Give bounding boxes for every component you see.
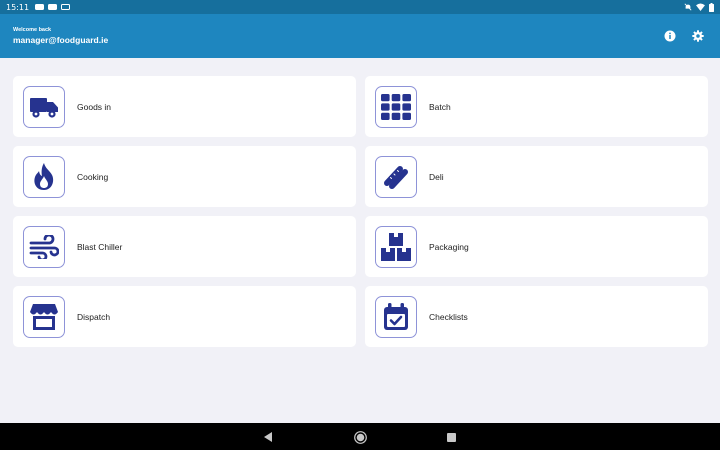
settings-button[interactable] (690, 28, 706, 44)
gmail-icon (61, 4, 71, 10)
menu-tile-label: Blast Chiller (77, 241, 123, 252)
menu-tile-label: Batch (429, 101, 451, 112)
youtube-icon (48, 4, 58, 10)
status-bar: 15:11 (0, 0, 720, 14)
nav-recent-button[interactable] (444, 430, 458, 444)
battery-icon (709, 2, 714, 12)
truck-icon (30, 97, 58, 118)
flame-icon (34, 162, 54, 190)
menu-tile-label: Packaging (429, 241, 469, 252)
user-email: manager@foodguard.ie (13, 35, 109, 45)
mute-icon (684, 3, 692, 11)
wind-icon (29, 234, 59, 259)
wifi-icon (696, 3, 705, 11)
system-nav-bar (0, 423, 720, 450)
grid-icon (381, 93, 411, 120)
menu-tile-cooking[interactable]: Cooking (13, 146, 356, 207)
menu-tile-icon-box (375, 225, 417, 268)
menu-tile-label: Cooking (77, 171, 109, 182)
menu-tile-icon-box (23, 225, 65, 268)
status-time: 15:11 (6, 2, 30, 12)
app-header: Welcome back manager@foodguard.ie (0, 14, 720, 58)
menu-tile-dispatch[interactable]: Dispatch (13, 286, 356, 347)
store-icon (30, 303, 58, 330)
menu-tile-icon-box (375, 85, 417, 128)
info-button[interactable] (662, 28, 678, 44)
menu-grid: Goods in Batch Cooking Deli Blast Chille… (13, 76, 708, 347)
menu-tile-label: Deli (429, 171, 444, 182)
home-icon (353, 430, 367, 444)
menu-tile-icon-box (23, 295, 65, 338)
calendar-check-icon (384, 302, 408, 330)
menu-tile-label: Goods in (77, 101, 112, 112)
menu-tile-label: Checklists (429, 311, 468, 322)
menu-tile-icon-box (375, 295, 417, 338)
recent-apps-icon (446, 432, 456, 442)
menu-tile-batch[interactable]: Batch (365, 76, 708, 137)
system-status-icons (684, 2, 714, 12)
menu-tile-icon-box (375, 155, 417, 198)
welcome-text: Welcome back (13, 27, 52, 33)
menu-tile-goods-in[interactable]: Goods in (13, 76, 356, 137)
menu-tile-checklists[interactable]: Checklists (365, 286, 708, 347)
nav-home-button[interactable] (353, 430, 367, 444)
back-icon (263, 432, 272, 442)
menu-tile-label: Dispatch (77, 311, 111, 322)
menu-tile-packaging[interactable]: Packaging (365, 216, 708, 277)
nav-back-button[interactable] (261, 430, 275, 444)
menu-tile-icon-box (23, 155, 65, 198)
youtube-icon (35, 4, 45, 10)
menu-tile-deli[interactable]: Deli (365, 146, 708, 207)
info-icon (664, 30, 676, 42)
menu-tile-icon-box (23, 85, 65, 128)
settings-icon (692, 30, 704, 42)
sausage-icon (384, 165, 408, 189)
menu-tile-blast-chiller[interactable]: Blast Chiller (13, 216, 356, 277)
boxes-icon (381, 232, 411, 261)
